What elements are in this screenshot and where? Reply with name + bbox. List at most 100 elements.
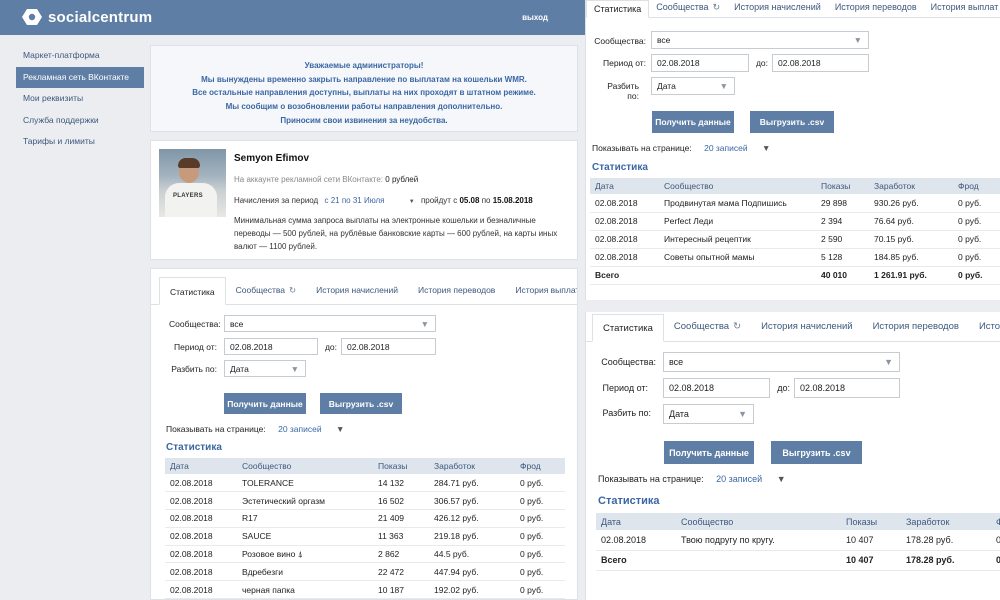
cell-views: 2 590: [816, 230, 869, 249]
get-data-button[interactable]: Получить данные: [224, 393, 306, 414]
cell-fraud: 0 руб.: [953, 212, 1000, 231]
period-to-input[interactable]: 02.08.2018: [772, 54, 869, 72]
cell-earnings: 178.28 руб.: [901, 550, 991, 571]
col-earnings-header[interactable]: Заработок: [869, 178, 953, 194]
tab-transfers-history[interactable]: История переводов: [828, 0, 924, 17]
tab-statistics[interactable]: Статистика: [159, 277, 226, 305]
stats-table: Дата Сообщество Показы Заработок Фрод 02…: [590, 178, 1000, 285]
cell-date: 02.08.2018: [590, 194, 659, 213]
sidebar-item-vk-network[interactable]: Рекламная сеть ВКонтакте: [16, 66, 144, 88]
chevron-down-icon[interactable]: ▼: [762, 143, 770, 153]
cell-community: [676, 550, 841, 571]
chevron-down-icon[interactable]: ▼: [409, 199, 415, 205]
chevron-down-icon[interactable]: ▼: [336, 424, 344, 434]
period-from-input[interactable]: 02.08.2018: [224, 338, 318, 355]
col-views-header[interactable]: Показы: [816, 178, 869, 194]
tab-communities[interactable]: Сообщества ↻: [649, 0, 727, 17]
tab-transfers-history[interactable]: История переводов: [408, 276, 505, 304]
stats-heading: Статистика: [598, 495, 660, 507]
period-from-label: Период от:: [603, 58, 646, 68]
per-page-select[interactable]: 20 записей: [704, 143, 748, 153]
tab-accruals-history[interactable]: История начислений: [727, 0, 828, 17]
export-csv-button[interactable]: Выгрузить .csv: [771, 441, 862, 464]
col-community-header[interactable]: Сообщество: [237, 458, 373, 474]
sidebar-item-market[interactable]: Маркет-платформа: [16, 45, 144, 66]
col-date-header[interactable]: Дата: [590, 178, 659, 194]
stats-widget-right-top: Статистика Сообщества ↻ История начислени…: [585, 0, 1000, 300]
col-views-header[interactable]: Показы: [841, 513, 901, 530]
col-earnings-header[interactable]: Заработок: [901, 513, 991, 530]
tab-statistics[interactable]: Статистика: [592, 314, 664, 342]
notice-banner: Уважаемые администраторы! Мы вынуждены в…: [150, 45, 578, 132]
get-data-button[interactable]: Получить данные: [664, 441, 754, 464]
communities-select[interactable]: все ▼: [663, 352, 900, 372]
period-to-input[interactable]: 02.08.2018: [341, 338, 436, 355]
table-row: 02.08.2018 TOLERANCE 14 132 284.71 руб. 0 ру…: [165, 474, 565, 493]
tab-communities[interactable]: Сообщества ↻: [226, 276, 307, 304]
chevron-down-icon: ▼: [290, 363, 299, 374]
table-row: 02.08.2018 Твою подругу по кругу. 10 407 17…: [596, 530, 1000, 551]
period-to-input[interactable]: 02.08.2018: [794, 378, 900, 398]
tab-accruals-history[interactable]: История начислений: [751, 313, 863, 341]
tab-bar: Статистика Сообщества ↻ История начислени…: [586, 0, 1000, 18]
split-by-select[interactable]: Дата ▼: [651, 77, 735, 95]
communities-label: Сообщества:: [169, 319, 221, 329]
cell-date: 02.08.2018: [596, 530, 676, 551]
split-by-select[interactable]: Дата ▼: [663, 404, 754, 424]
cell-community: Розовое вино ⍋: [237, 545, 373, 564]
tab-payouts-history[interactable]: История выплат: [505, 276, 577, 304]
export-csv-button[interactable]: Выгрузить .csv: [320, 393, 402, 414]
period-to-label: до:: [755, 58, 768, 68]
table-row: 02.08.2018 Розовое вино ⍋ 2 862 44.5 руб. 0 …: [165, 545, 565, 564]
communities-select[interactable]: все ▼: [224, 315, 436, 332]
chevron-down-icon: ▼: [420, 318, 429, 329]
split-by-select[interactable]: Дата ▼: [224, 360, 306, 377]
col-community-header[interactable]: Сообщество: [659, 178, 816, 194]
col-fraud-header[interactable]: Фрод: [515, 458, 565, 474]
tab-transfers-history[interactable]: История переводов: [863, 313, 969, 341]
sidebar-item-tariffs[interactable]: Тарифы и лимиты: [16, 131, 144, 152]
accrual-period-select[interactable]: с 21 по 31 Июля: [324, 196, 384, 205]
logo[interactable]: socialcentrum: [22, 8, 152, 26]
balance-label: На аккаунте рекламной сети ВКонтакте:: [234, 175, 384, 184]
get-data-button[interactable]: Получить данные: [652, 111, 734, 133]
col-date-header[interactable]: Дата: [165, 458, 237, 474]
tab-communities-label: Сообщества: [656, 2, 709, 12]
cell-earnings: 219.18 руб.: [429, 527, 515, 546]
tab-communities[interactable]: Сообщества ↻: [664, 313, 751, 341]
chevron-down-icon: ▼: [853, 35, 862, 45]
communities-select-value: все: [230, 318, 244, 329]
cell-community: R17: [237, 509, 373, 528]
logout-link[interactable]: выход: [522, 13, 548, 22]
communities-select[interactable]: все ▼: [651, 31, 869, 49]
per-page-select[interactable]: 20 записей: [278, 424, 322, 434]
chevron-down-icon[interactable]: ▼: [777, 474, 786, 484]
cell-fraud: 0 руб.: [991, 530, 1000, 551]
table-total-row: Всего 10 407178.28 руб.0 руб.: [596, 550, 1000, 571]
col-views-header[interactable]: Показы: [373, 458, 429, 474]
tab-accruals-history[interactable]: История начислений: [306, 276, 408, 304]
col-date-header[interactable]: Дата: [596, 513, 676, 530]
sidebar-item-requisites[interactable]: Мои реквизиты: [16, 88, 144, 109]
sidebar-item-support[interactable]: Служба поддержки: [16, 110, 144, 131]
export-csv-button[interactable]: Выгрузить .csv: [750, 111, 834, 133]
tab-statistics[interactable]: Статистика: [586, 0, 650, 18]
cell-earnings: 306.57 руб.: [429, 491, 515, 511]
table-header-row: Дата Сообщество Показы Заработок Фрод: [590, 178, 1000, 194]
cell-fraud: 0 руб.: [953, 194, 1000, 213]
sidebar-nav: Маркет-платформа Рекламная сеть ВКонтакт…: [16, 45, 144, 153]
col-fraud-header[interactable]: Фрод: [991, 513, 1000, 530]
table-header-row: Дата Сообщество Показы Заработок Фрод: [165, 458, 565, 474]
cell-date: 02.08.2018: [590, 212, 659, 231]
table-row: 02.08.2018 R17 21 409 426.12 руб. 0 руб.: [165, 509, 565, 528]
period-from-input[interactable]: 02.08.2018: [651, 54, 749, 72]
col-fraud-header[interactable]: Фрод: [953, 178, 1000, 194]
period-from-input[interactable]: 02.08.2018: [663, 378, 770, 398]
profile-name: Semyon Efimov: [234, 153, 310, 164]
col-community-header[interactable]: Сообщество: [676, 513, 841, 530]
tab-payouts-history[interactable]: История выплат: [924, 0, 1000, 17]
per-page-select[interactable]: 20 записей: [716, 474, 762, 484]
cell-earnings: 447.94 руб.: [429, 562, 515, 582]
col-earnings-header[interactable]: Заработок: [429, 458, 515, 474]
tab-payouts-history[interactable]: История выплат: [969, 313, 1000, 341]
